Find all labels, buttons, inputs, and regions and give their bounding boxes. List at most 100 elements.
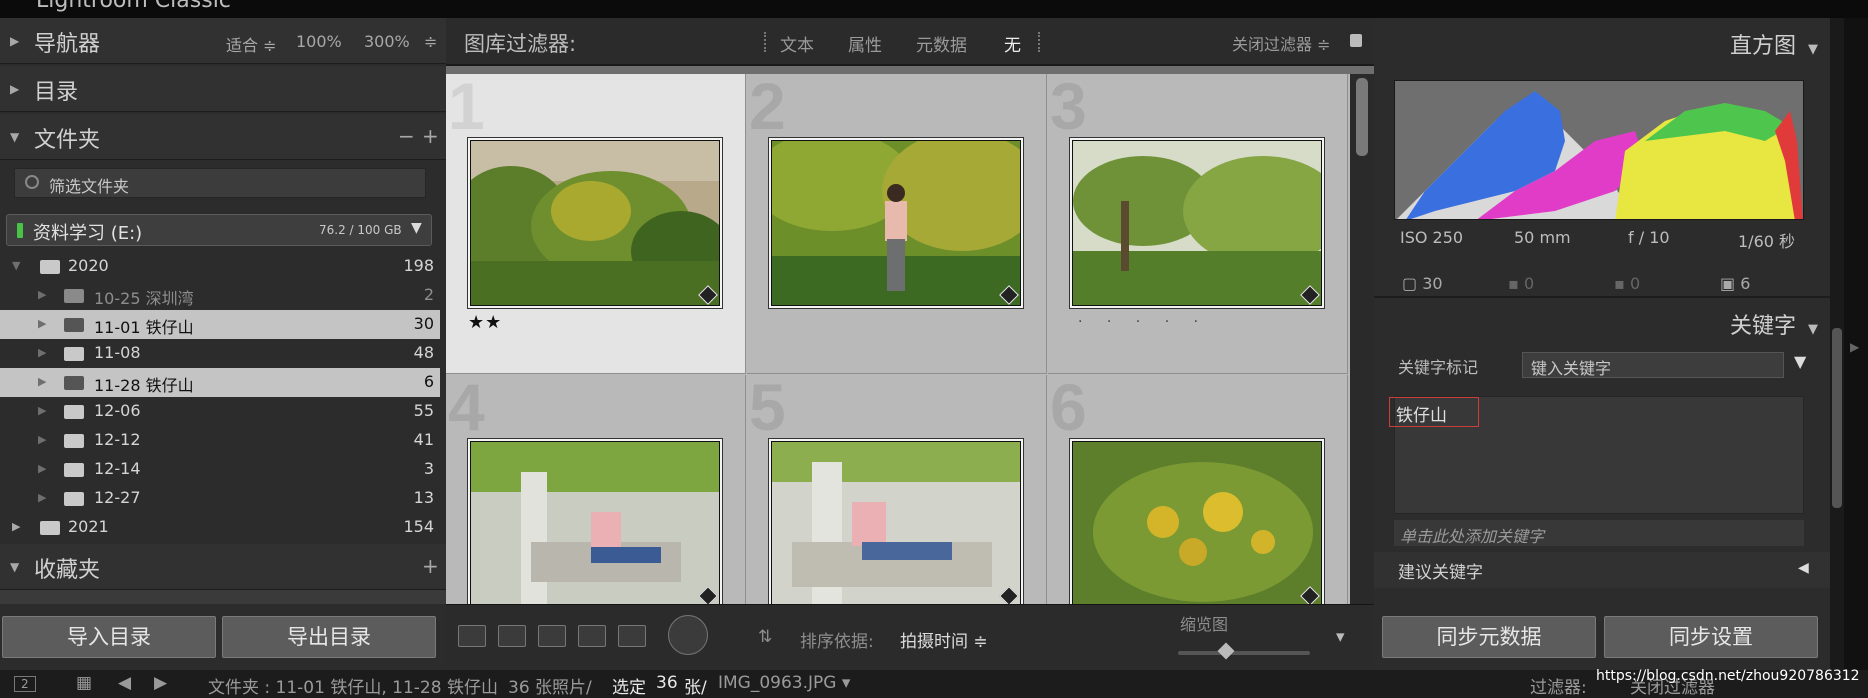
- exif-shutter: 1/60 秒: [1738, 232, 1796, 251]
- collapse-icon[interactable]: ▼: [12, 259, 20, 272]
- library-center: 图库过滤器: 文本 属性 元数据 无 关闭过滤器 ≑ 1 ★★ 2 3 · · …: [446, 18, 1374, 670]
- folder-icon: [64, 376, 84, 390]
- right-scrollbar[interactable]: [1830, 18, 1844, 670]
- suggested-keywords-header[interactable]: 建议关键字 ◀: [1374, 552, 1830, 588]
- lock-icon[interactable]: [1350, 34, 1362, 47]
- add-collection-button[interactable]: +: [422, 554, 439, 578]
- original-count-value: 30: [1422, 274, 1443, 293]
- folder-filter-input[interactable]: 筛选文件夹: [14, 168, 426, 198]
- volume-dropdown-icon[interactable]: ▼: [411, 220, 422, 236]
- thumbnail-size-slider[interactable]: [1178, 651, 1310, 655]
- sync-metadata-button[interactable]: 同步元数据: [1382, 616, 1596, 658]
- filter-metadata-tab[interactable]: 元数据: [916, 31, 967, 56]
- histogram: [1394, 80, 1804, 220]
- keyword-textarea[interactable]: 铁仔山: [1389, 396, 1804, 514]
- catalog-title: 目录: [34, 80, 79, 105]
- sort-order-icon[interactable]: ⇅: [758, 627, 772, 647]
- grid-scrollbar[interactable]: [1350, 74, 1374, 604]
- folder-row[interactable]: ▶ 11-08 48: [0, 339, 440, 368]
- thumbnail-size-label: 缩览图: [1180, 615, 1229, 634]
- smart-preview-count: ▪ 0: [1508, 274, 1535, 293]
- folders-header[interactable]: ▼ 文件夹 − +: [0, 114, 446, 160]
- photo-thumbnail[interactable]: [470, 140, 720, 306]
- folder-row[interactable]: ▶ 12-12 41: [0, 426, 440, 455]
- grid-cell[interactable]: 5: [747, 375, 1047, 604]
- back-icon[interactable]: ◀: [118, 673, 131, 693]
- filename-dropdown[interactable]: IMG_0963.JPG ▾: [718, 673, 850, 693]
- folder-row[interactable]: ▶ 12-14 3: [0, 455, 440, 484]
- slider-knob[interactable]: [1217, 642, 1235, 660]
- survey-view-icon[interactable]: [578, 625, 606, 647]
- keyword-tag-select[interactable]: 键入关键字: [1522, 352, 1784, 378]
- folder-row[interactable]: ▶ 10-25 深圳湾 2: [0, 281, 440, 310]
- folder-row-selected[interactable]: ▶ 11-28 铁仔山 6: [0, 368, 440, 397]
- scrollbar-thumb[interactable]: [1832, 328, 1842, 508]
- sort-dropdown[interactable]: 拍摄时间 ≑: [900, 627, 988, 652]
- grid-cell[interactable]: 2: [747, 74, 1047, 374]
- folder-row[interactable]: ▶ 12-06 55: [0, 397, 440, 426]
- loupe-view-icon[interactable]: [498, 625, 526, 647]
- volume-row[interactable]: 资料学习 (E:) 76.2 / 100 GB ▼: [6, 214, 432, 246]
- grid-cell[interactable]: 4: [446, 375, 746, 604]
- sync-settings-button[interactable]: 同步设置: [1604, 616, 1818, 658]
- scrollbar-thumb[interactable]: [1356, 78, 1368, 156]
- nav-more-option[interactable]: ≑: [424, 32, 437, 51]
- grid-icon[interactable]: ▦: [76, 673, 92, 693]
- folder-row-selected[interactable]: ▶ 11-01 铁仔山 30: [0, 310, 440, 339]
- keyword-menu-icon[interactable]: ▼: [1794, 352, 1806, 371]
- collections-header[interactable]: ▼ 收藏夹 +: [0, 544, 446, 590]
- expand-icon: ▶: [38, 462, 47, 475]
- toolbar-menu-icon[interactable]: ▾: [1336, 627, 1345, 647]
- nav-fit-option[interactable]: 适合 ≑: [226, 32, 277, 56]
- rating-dots[interactable]: · · · · ·: [1078, 314, 1208, 330]
- secondary-window-button[interactable]: 2: [14, 676, 36, 692]
- folder-count: 6: [423, 372, 434, 391]
- photo-thumbnail[interactable]: [771, 140, 1021, 306]
- grid-view-icon[interactable]: [458, 625, 486, 647]
- photo-thumbnail[interactable]: [1072, 441, 1322, 604]
- photo-thumbnail[interactable]: [1072, 140, 1322, 306]
- nav-300-option[interactable]: 300%: [364, 32, 410, 51]
- filter-text-tab[interactable]: 文本: [780, 31, 814, 56]
- folder-icon: [64, 434, 84, 448]
- expand-panel-icon[interactable]: ▶: [1850, 340, 1859, 354]
- filter-attribute-tab[interactable]: 属性: [848, 31, 882, 56]
- star-rating[interactable]: ★★: [468, 312, 502, 333]
- add-folder-button[interactable]: +: [422, 124, 439, 148]
- expand-icon[interactable]: ▶: [12, 520, 20, 533]
- remove-folder-button[interactable]: −: [398, 124, 415, 148]
- photo-thumbnail[interactable]: [470, 441, 720, 604]
- keywords-header[interactable]: 关键字 ▼: [1730, 308, 1818, 340]
- volume-status-icon: [17, 223, 23, 238]
- sort-label: 排序依据:: [800, 632, 874, 652]
- preview-count: ▪ 0: [1614, 274, 1641, 293]
- people-view-icon[interactable]: [618, 625, 646, 647]
- grid-cell[interactable]: 1 ★★: [446, 74, 746, 374]
- catalog-header[interactable]: ▶ 目录: [0, 66, 446, 112]
- nav-100-option[interactable]: 100%: [296, 32, 342, 51]
- folder-filter-placeholder: 筛选文件夹: [49, 177, 130, 196]
- navigator-header[interactable]: ▶ 导航器 适合 ≑ 100% 300% ≑: [0, 18, 446, 64]
- import-catalog-button[interactable]: 导入目录: [2, 616, 216, 658]
- photo-thumbnail[interactable]: [771, 441, 1021, 604]
- suggested-keywords-title: 建议关键字: [1398, 563, 1483, 583]
- add-keyword-input[interactable]: 单击此处添加关键字: [1394, 520, 1804, 546]
- folder-row-2020[interactable]: ▼ 2020 198: [0, 252, 440, 281]
- keyword-tag[interactable]: 铁仔山: [1389, 397, 1479, 427]
- title-bar: Lightroom Classic: [0, 0, 1868, 18]
- filter-none-tab[interactable]: 无: [1004, 31, 1021, 56]
- export-catalog-button[interactable]: 导出目录: [222, 616, 436, 658]
- spray-can-icon[interactable]: [668, 615, 708, 655]
- histogram-header[interactable]: 直方图 ▼: [1730, 28, 1818, 60]
- compare-view-icon[interactable]: [538, 625, 566, 647]
- virtual-copy-value: 6: [1740, 274, 1751, 293]
- source-path[interactable]: 文件夹 : 11-01 铁仔山, 11-28 铁仔山: [208, 673, 498, 698]
- grid-cell[interactable]: 6: [1048, 375, 1348, 604]
- folder-row[interactable]: ▶ 12-27 13: [0, 484, 440, 513]
- expand-icon: ▶: [38, 433, 47, 446]
- folder-row-2021[interactable]: ▶ 2021 154: [0, 513, 440, 542]
- forward-icon[interactable]: ▶: [154, 673, 167, 693]
- grid-cell[interactable]: 3 · · · · ·: [1048, 74, 1348, 374]
- expand-icon: ▶: [38, 491, 47, 504]
- close-filter-dropdown[interactable]: 关闭过滤器 ≑: [1232, 31, 1331, 55]
